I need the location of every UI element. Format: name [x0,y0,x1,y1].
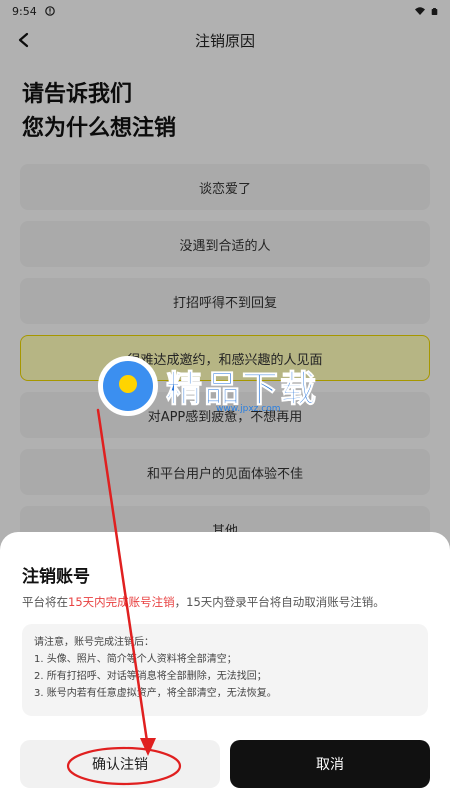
desc-suffix: ，15天内登录平台将自动取消账号注销。 [174,595,385,609]
cancel-account-sheet: 注销账号 平台将在15天内完成账号注销，15天内登录平台将自动取消账号注销。 请… [0,532,450,800]
desc-prefix: 平台将在 [22,595,68,609]
notice-line: 3. 账号内若有任意虚拟资产，将全部清空，无法恢复。 [34,688,277,699]
notice-line: 请注意，账号完成注销后： [34,637,154,648]
notice-line: 2. 所有打招呼、对话等消息将全部删除，无法找回； [34,671,267,682]
sheet-title: 注销账号 [22,567,90,587]
cancel-button[interactable]: 取消 [230,740,430,788]
confirm-cancel-account-button[interactable]: 确认注销 [20,740,220,788]
desc-highlight: 15天内完成账号注销 [68,595,175,609]
notice-box: 请注意，账号完成注销后： 1. 头像、照片、简介等个人资料将全部清空； 2. 所… [22,624,428,716]
notice-line: 1. 头像、照片、简介等个人资料将全部清空； [34,654,237,665]
sheet-description: 平台将在15天内完成账号注销，15天内登录平台将自动取消账号注销。 [22,594,385,610]
